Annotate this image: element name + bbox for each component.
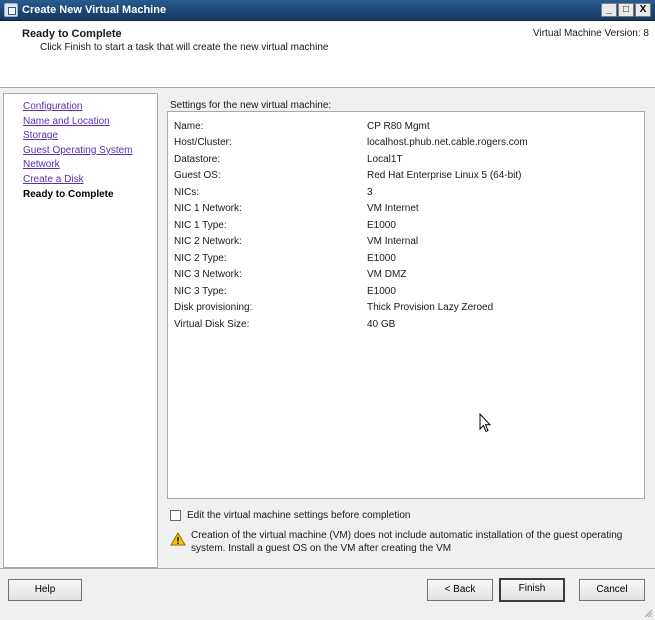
warning-message: Creation of the virtual machine (VM) doe… [191, 530, 623, 554]
edit-settings-checkbox[interactable] [170, 510, 181, 521]
settings-row: Disk provisioning: Thick Provision Lazy Z… [174, 300, 528, 317]
setting-value: E1000 [367, 252, 396, 264]
wizard-footer: Help < Back Finish Cancel [0, 568, 655, 620]
settings-table: Name: CP R80 Mgmt Host/Cluster: localhost.… [174, 118, 528, 333]
setting-key: Virtual Disk Size: [174, 318, 250, 330]
step-configuration[interactable]: Configuration [23, 101, 133, 116]
settings-heading: Settings for the new virtual machine: [170, 100, 332, 111]
wizard-header: Ready to Complete Click Finish to start … [0, 21, 655, 88]
settings-row: NIC 3 Network: VM DMZ [174, 267, 528, 284]
setting-key: Disk provisioning: [174, 302, 253, 314]
setting-value: VM DMZ [367, 269, 407, 281]
window-title: Create New Virtual Machine [22, 4, 167, 16]
settings-row: Datastore: Local1T [174, 151, 528, 168]
setting-value: VM Internal [367, 236, 419, 248]
wizard-steps-panel: Configuration Name and Location Storage … [3, 93, 158, 568]
vm-app-icon [4, 3, 18, 17]
step-storage[interactable]: Storage [23, 130, 133, 145]
help-button[interactable]: Help [8, 579, 82, 601]
settings-row: Guest OS: Red Hat Enterprise Linux 5 (64-… [174, 168, 528, 185]
page-title: Ready to Complete [22, 28, 122, 40]
settings-row: NICs: 3 [174, 184, 528, 201]
setting-key: Datastore: [174, 153, 221, 165]
step-create-a-disk[interactable]: Create a Disk [23, 174, 133, 189]
setting-value: E1000 [367, 285, 396, 297]
settings-row: NIC 1 Network: VM Internet [174, 201, 528, 218]
settings-row: NIC 2 Type: E1000 [174, 250, 528, 267]
settings-row: NIC 2 Network: VM Internal [174, 234, 528, 251]
settings-row: NIC 1 Type: E1000 [174, 217, 528, 234]
setting-value: CP R80 Mgmt [367, 120, 430, 132]
setting-key: NIC 3 Network: [174, 269, 242, 281]
setting-value: 40 GB [367, 318, 396, 330]
setting-key: Host/Cluster: [174, 137, 232, 149]
setting-key: NIC 1 Network: [174, 203, 242, 215]
step-name-and-location[interactable]: Name and Location [23, 116, 133, 131]
page-subtitle: Click Finish to start a task that will c… [40, 42, 329, 53]
setting-value: VM Internet [367, 203, 419, 215]
wizard-main-panel: Settings for the new virtual machine: Na… [167, 88, 649, 568]
cancel-button[interactable]: Cancel [579, 579, 645, 601]
setting-value: Local1T [367, 153, 403, 165]
setting-key: NIC 1 Type: [174, 219, 227, 231]
setting-key: NIC 2 Type: [174, 252, 227, 264]
resize-grip-icon[interactable] [643, 608, 653, 618]
vm-version-label: Virtual Machine Version: 8 [533, 28, 649, 39]
setting-key: NIC 3 Type: [174, 285, 227, 297]
setting-key: Guest OS: [174, 170, 221, 182]
setting-key: NIC 2 Network: [174, 236, 242, 248]
setting-key: Name: [174, 120, 204, 132]
setting-value: Red Hat Enterprise Linux 5 (64-bit) [367, 170, 522, 182]
wizard-body: Configuration Name and Location Storage … [0, 88, 655, 568]
setting-value: localhost.phub.net.cable.rogers.com [367, 137, 528, 149]
edit-settings-label[interactable]: Edit the virtual machine settings before… [187, 510, 410, 521]
setting-key: NICs: [174, 186, 199, 198]
warning-icon [170, 532, 186, 546]
edit-settings-option[interactable]: Edit the virtual machine settings before… [170, 510, 410, 521]
step-ready-to-complete: Ready to Complete [23, 188, 114, 200]
finish-button[interactable]: Finish [499, 578, 565, 602]
mouse-pointer-icon [479, 413, 491, 433]
settings-row: Host/Cluster: localhost.phub.net.cable.ro… [174, 135, 528, 152]
settings-row: NIC 3 Type: E1000 [174, 283, 528, 300]
maximize-button[interactable]: □ [618, 3, 634, 17]
setting-value: E1000 [367, 219, 396, 231]
wizard-steps-list: Configuration Name and Location Storage … [23, 101, 133, 203]
settings-summary-list[interactable]: Name: CP R80 Mgmt Host/Cluster: localhost.… [167, 111, 645, 499]
back-button[interactable]: < Back [427, 579, 493, 601]
window-controls: _ □ X [601, 3, 651, 17]
window-titlebar[interactable]: Create New Virtual Machine _ □ X [0, 0, 655, 21]
setting-value: 3 [367, 186, 373, 198]
close-button[interactable]: X [635, 3, 651, 17]
settings-row: Virtual Disk Size: 40 GB [174, 316, 528, 333]
settings-row: Name: CP R80 Mgmt [174, 118, 528, 135]
minimize-button[interactable]: _ [601, 3, 617, 17]
step-guest-operating-system[interactable]: Guest Operating System [23, 145, 133, 160]
step-network[interactable]: Network [23, 159, 133, 174]
setting-value: Thick Provision Lazy Zeroed [367, 302, 494, 314]
